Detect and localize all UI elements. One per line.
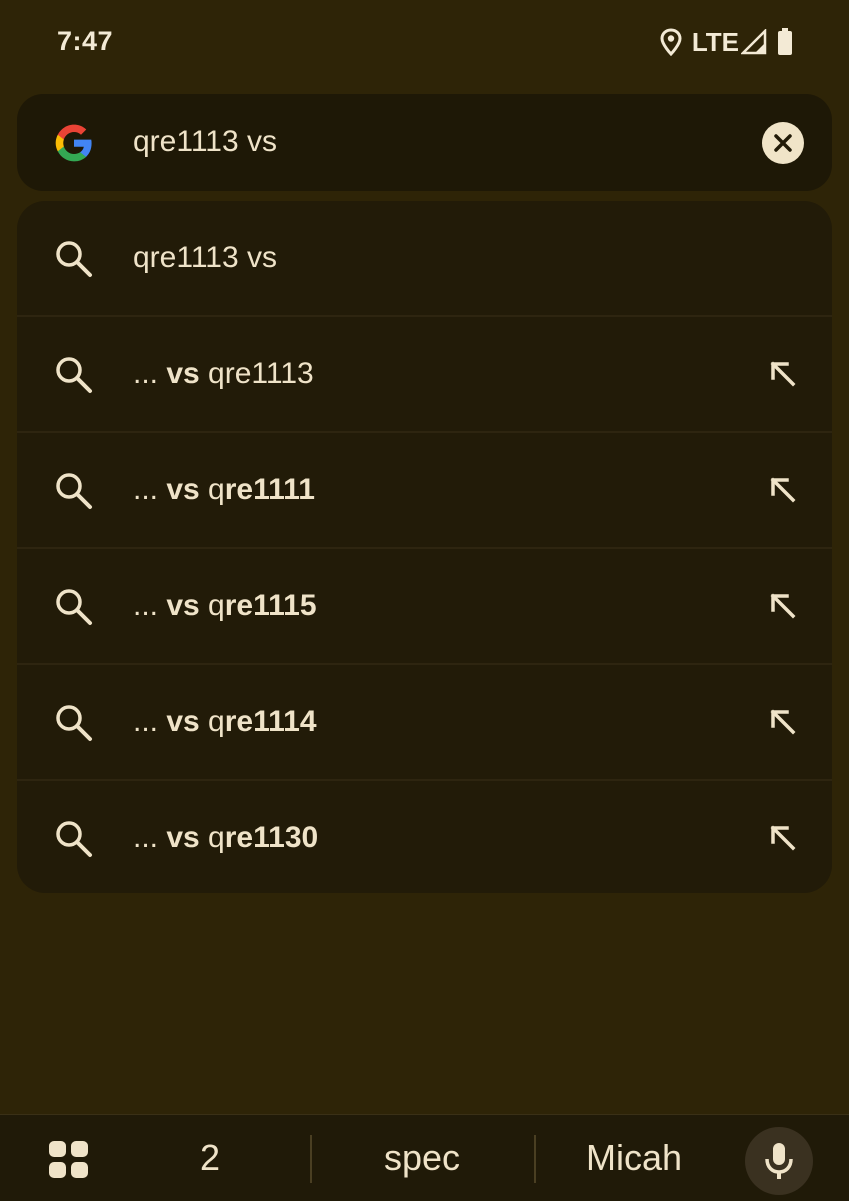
search-bar[interactable]: qre1113 vs <box>17 94 832 191</box>
search-icon <box>56 589 92 625</box>
fill-query-arrow-icon[interactable] <box>768 591 798 621</box>
suggestion-text: ... vs qre1115 <box>133 589 317 622</box>
location-icon <box>660 28 682 56</box>
suggestion-row[interactable]: ... vs qre1113 <box>17 317 832 433</box>
fill-query-arrow-icon[interactable] <box>768 823 798 853</box>
search-icon <box>56 357 92 393</box>
suggestion-text: ... vs qre1111 <box>133 473 315 506</box>
network-type: LTE <box>691 26 739 57</box>
search-icon <box>56 241 92 277</box>
suggestion-text: ... vs qre1114 <box>133 705 317 738</box>
search-input[interactable]: qre1113 vs <box>133 125 277 159</box>
status-time: 7:47 <box>57 26 114 56</box>
suggestion-list: qre1113 vs ... vs qre1113 ... vs qre1111… <box>17 201 832 893</box>
divider <box>310 1135 312 1183</box>
keyboard-suggestion[interactable]: Micah <box>564 1137 704 1179</box>
suggestion-text: qre1113 vs <box>133 241 277 274</box>
google-logo-icon <box>55 124 92 162</box>
fill-query-arrow-icon[interactable] <box>768 475 798 505</box>
fill-query-arrow-icon[interactable] <box>768 359 798 389</box>
suggestion-row[interactable]: ... vs qre1130 <box>17 781 832 893</box>
keyboard-suggestion-bar: 2 spec Micah <box>0 1114 849 1201</box>
fill-query-arrow-icon[interactable] <box>768 707 798 737</box>
signal-icon <box>741 29 767 55</box>
search-icon <box>56 705 92 741</box>
divider <box>534 1135 536 1183</box>
suggestion-row[interactable]: ... vs qre1111 <box>17 433 832 549</box>
status-bar: 7:47 LTE <box>0 0 849 86</box>
suggestion-row[interactable]: ... vs qre1114 <box>17 665 832 781</box>
keyboard-suggestion[interactable]: spec <box>342 1137 502 1179</box>
microphone-icon <box>765 1143 793 1179</box>
search-icon <box>56 473 92 509</box>
suggestion-text: ... vs qre1130 <box>133 821 319 854</box>
status-icons: LTE <box>660 27 793 57</box>
close-icon <box>774 134 792 152</box>
apps-grid-icon[interactable] <box>47 1140 91 1180</box>
suggestion-text: ... vs qre1113 <box>133 357 314 390</box>
suggestion-row[interactable]: qre1113 vs <box>17 201 832 317</box>
battery-icon <box>778 28 792 55</box>
voice-input-button[interactable] <box>745 1127 813 1195</box>
clear-button[interactable] <box>762 122 804 164</box>
search-icon <box>56 821 92 857</box>
keyboard-suggestion[interactable]: 2 <box>160 1137 260 1179</box>
suggestion-row[interactable]: ... vs qre1115 <box>17 549 832 665</box>
